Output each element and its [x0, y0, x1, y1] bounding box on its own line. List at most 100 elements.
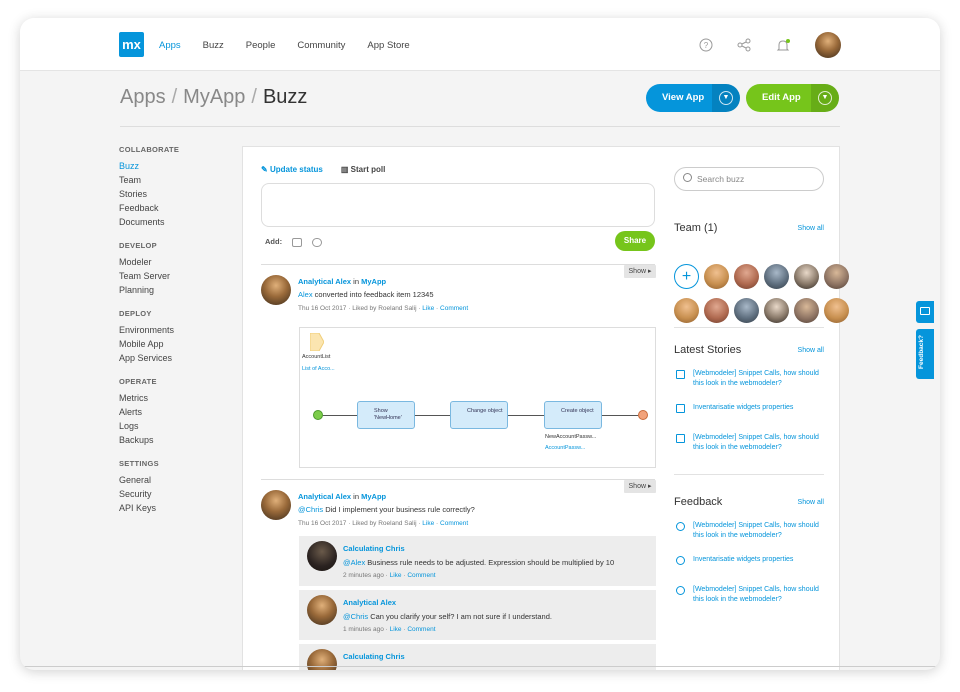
post-app-link[interactable]: MyApp [361, 277, 386, 286]
avatar [261, 490, 291, 520]
team-member-avatar[interactable] [824, 264, 849, 289]
user-avatar[interactable] [815, 32, 841, 58]
flow-node-change: Change object [450, 401, 508, 429]
window-bottom-edge [20, 666, 940, 667]
image-icon[interactable] [292, 237, 303, 247]
post-app-link[interactable]: MyApp [361, 492, 386, 501]
nav-buzz[interactable]: Buzz [203, 40, 224, 51]
microflow-diagram[interactable]: AccountList List of Acco... Show 'NewHom… [299, 327, 656, 468]
sidebar-item-buzz[interactable]: Buzz [119, 161, 179, 175]
sidebar-item-environments[interactable]: Environments [119, 325, 179, 339]
team-show-all-link[interactable]: Show all [798, 225, 824, 232]
sidebar-item-api-keys[interactable]: API Keys [119, 503, 179, 517]
comment-link[interactable]: Comment [440, 305, 468, 312]
chevron-down-icon: ▼ [719, 91, 733, 105]
reply-author[interactable]: Analytical Alex [343, 598, 396, 607]
sidebar-item-feedback[interactable]: Feedback [119, 203, 179, 217]
nav-app-store[interactable]: App Store [367, 40, 409, 51]
sidebar-item-team[interactable]: Team [119, 175, 179, 189]
sidebar-item-team-server[interactable]: Team Server [119, 271, 179, 285]
edit-app-dropdown[interactable]: ▼ [811, 84, 839, 112]
view-app-dropdown[interactable]: ▼ [712, 84, 740, 112]
entity-label: AccountList [302, 354, 331, 360]
sidebar-item-modeler[interactable]: Modeler [119, 257, 179, 271]
team-member-avatar[interactable] [734, 264, 759, 289]
post-author[interactable]: Analytical Alex [298, 277, 351, 286]
share-icon[interactable] [737, 38, 751, 52]
feedback-item[interactable]: [Webmodeler] Snippet Calls, how should t… [674, 585, 824, 605]
show-menu-button[interactable]: Show ▸ [624, 265, 656, 278]
mention-link[interactable]: Alex [298, 290, 313, 299]
post-divider [261, 264, 655, 265]
story-item[interactable]: [Webmodeler] Snippet Calls, how should t… [674, 433, 824, 453]
story-item[interactable]: [Webmodeler] Snippet Calls, how should t… [674, 369, 824, 389]
mention-link[interactable]: @Alex [343, 558, 365, 567]
help-icon[interactable]: ? [699, 38, 713, 52]
feedback-item[interactable]: Inventarisatie widgets properties [674, 555, 824, 565]
status-textarea[interactable] [261, 183, 655, 227]
feedback-item[interactable]: [Webmodeler] Snippet Calls, how should t… [674, 521, 824, 541]
sidebar-item-general[interactable]: General [119, 475, 179, 489]
reply-author[interactable]: Calculating Chris [343, 652, 405, 661]
share-button[interactable]: Share [615, 231, 655, 251]
update-status-tab[interactable]: ✎ Update status [261, 165, 323, 174]
sidebar-item-alerts[interactable]: Alerts [119, 407, 179, 421]
team-member-avatar[interactable] [824, 298, 849, 323]
nav-community[interactable]: Community [297, 40, 345, 51]
like-link[interactable]: Like [390, 572, 402, 579]
team-member-avatar[interactable] [794, 264, 819, 289]
flow-line [323, 415, 357, 416]
notification-bell-icon[interactable] [775, 38, 790, 52]
sidebar-item-planning[interactable]: Planning [119, 285, 179, 299]
team-member-avatar[interactable] [734, 298, 759, 323]
view-app-button[interactable]: View App ▼ [646, 84, 740, 112]
mention-link[interactable]: @Chris [343, 612, 368, 621]
team-member-avatar[interactable] [794, 298, 819, 323]
story-item[interactable]: Inventarisatie widgets properties [674, 403, 824, 413]
team-member-avatar[interactable] [674, 298, 699, 323]
add-member-button[interactable]: + [674, 264, 699, 289]
sidebar-item-security[interactable]: Security [119, 489, 179, 503]
mention-link[interactable]: @Chris [298, 505, 323, 514]
sidebar-item-metrics[interactable]: Metrics [119, 393, 179, 407]
comment-link[interactable]: Comment [407, 626, 435, 633]
entity-icon [310, 333, 324, 351]
team-member-avatar[interactable] [704, 298, 729, 323]
breadcrumb-myapp[interactable]: MyApp [183, 86, 245, 108]
comment-link[interactable]: Comment [407, 572, 435, 579]
team-member-avatar[interactable] [704, 264, 729, 289]
chat-bubble-icon [676, 556, 685, 565]
sidebar-item-documents[interactable]: Documents [119, 217, 179, 231]
show-menu-button[interactable]: Show ▸ [624, 480, 656, 493]
sidebar-item-mobile-app[interactable]: Mobile App [119, 339, 179, 353]
feedback-widget-icon-tab[interactable] [916, 301, 934, 323]
sidebar-section-heading: COLLABORATE [119, 145, 180, 154]
feedback-show-all-link[interactable]: Show all [798, 499, 824, 506]
link-icon[interactable] [312, 237, 323, 247]
breadcrumb-apps[interactable]: Apps [120, 86, 166, 108]
mendix-logo[interactable]: mx [119, 32, 144, 57]
sidebar-item-backups[interactable]: Backups [119, 435, 179, 449]
sidebar-item-stories[interactable]: Stories [119, 189, 179, 203]
edit-icon [676, 370, 685, 379]
sidebar-item-app-services[interactable]: App Services [119, 353, 179, 367]
end-event [638, 410, 648, 420]
stories-show-all-link[interactable]: Show all [798, 347, 824, 354]
reply-author[interactable]: Calculating Chris [343, 544, 405, 553]
feedback-heading: Feedback [674, 496, 723, 508]
search-buzz-input[interactable]: Search buzz [674, 167, 824, 191]
team-member-avatar[interactable] [764, 298, 789, 323]
post-author[interactable]: Analytical Alex [298, 492, 351, 501]
sidebar-item-logs[interactable]: Logs [119, 421, 179, 435]
edit-app-button[interactable]: Edit App ▼ [746, 84, 839, 112]
like-link[interactable]: Like [390, 626, 402, 633]
start-poll-tab[interactable]: ▥ Start poll [341, 165, 385, 174]
nav-apps[interactable]: Apps [159, 40, 181, 51]
nav-people[interactable]: People [246, 40, 276, 51]
like-link[interactable]: Like [422, 305, 434, 312]
feedback-tab[interactable]: Feedback? [916, 329, 934, 379]
like-link[interactable]: Like [422, 520, 434, 527]
app-window: mx Apps Buzz People Community App Store ? Ap… [20, 18, 940, 670]
team-member-avatar[interactable] [764, 264, 789, 289]
comment-link[interactable]: Comment [440, 520, 468, 527]
